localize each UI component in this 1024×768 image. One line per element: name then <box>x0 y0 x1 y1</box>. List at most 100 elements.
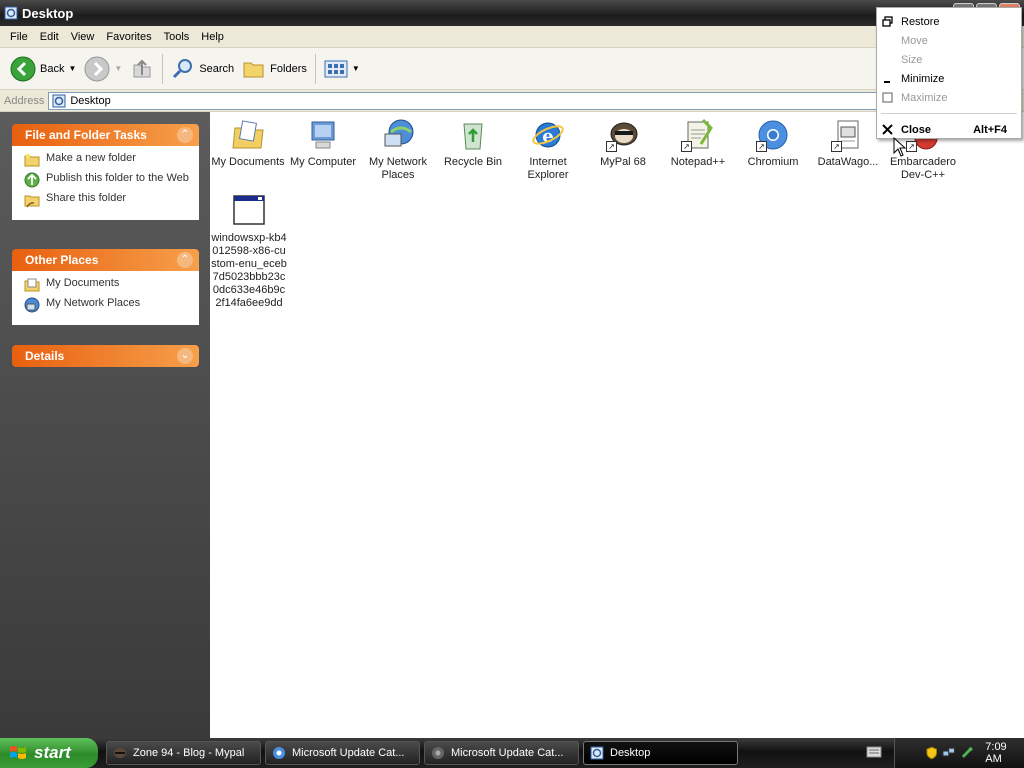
taskbar-item-microsoft-update-catalog-1[interactable]: Microsoft Update Cat... <box>265 741 420 765</box>
desktop-item-my-documents[interactable]: My Documents <box>210 118 286 169</box>
close-icon <box>882 124 893 135</box>
network-places-icon <box>24 297 40 313</box>
taskbar-item-mypal[interactable]: Zone 94 - Blog - Mypal <box>106 741 261 765</box>
recycle-bin-icon <box>463 123 483 150</box>
address-label: Address <box>4 94 45 107</box>
expand-chevron-icon[interactable]: ⌄ <box>177 348 193 364</box>
panel-title: Other Places <box>25 253 99 267</box>
network-icon[interactable] <box>942 746 956 760</box>
place-my-documents[interactable]: My Documents <box>24 277 189 293</box>
views-dropdown-icon[interactable]: ▼ <box>352 64 360 73</box>
task-share-folder[interactable]: Share this folder <box>24 192 189 208</box>
icon-label: Chromium <box>747 156 799 168</box>
taskbar-item-label: Microsoft Update Cat... <box>292 747 405 759</box>
collapse-chevron-icon[interactable]: ⌃ <box>177 127 193 143</box>
menu-item-label: Restore <box>901 15 940 28</box>
search-label: Search <box>199 62 235 75</box>
address-field[interactable]: Desktop <box>48 91 884 110</box>
details-header[interactable]: Details ⌄ <box>12 345 199 367</box>
forward-button[interactable]: ▼ <box>80 52 126 86</box>
menu-favorites[interactable]: Favorites <box>100 27 157 47</box>
taskbar-item-desktop[interactable]: Desktop <box>583 741 738 765</box>
menu-item-label: Move <box>901 34 928 47</box>
search-button[interactable]: Search <box>167 52 238 86</box>
safely-remove-hardware-icon[interactable] <box>960 746 973 760</box>
menu-tools[interactable]: Tools <box>158 27 196 47</box>
menu-item-label: Maximize <box>901 91 948 104</box>
shortcut-arrow-icon: ↗ <box>831 141 842 152</box>
my-computer-icon <box>311 121 335 149</box>
address-bar: Address Desktop <box>0 90 1024 112</box>
security-shield-icon[interactable] <box>925 746 938 760</box>
desktop-item-chromium[interactable]: ↗ Chromium <box>735 118 811 169</box>
icon-label: My Network Places <box>368 156 428 181</box>
place-my-network-places[interactable]: My Network Places <box>24 297 189 313</box>
views-icon <box>324 60 348 77</box>
start-button[interactable]: start <box>0 738 98 768</box>
windows-flag-icon <box>10 746 26 759</box>
forward-dropdown-icon[interactable]: ▼ <box>114 64 122 73</box>
clock[interactable]: 7:09 AM <box>985 741 1024 765</box>
desktop-item-my-network-places[interactable]: My Network Places <box>360 118 436 182</box>
taskbar-item-microsoft-update-catalog-2[interactable]: Microsoft Update Cat... <box>424 741 579 765</box>
menu-item-move[interactable]: Move <box>877 31 1021 50</box>
desktop-item-windowsxp-kb-file[interactable]: windowsxp-kb4012598-x86-custom-enu_eceb7… <box>210 194 288 310</box>
desktop-item-notepad-plus-plus[interactable]: ↗ Notepad++ <box>660 118 736 169</box>
menu-file[interactable]: File <box>4 27 34 47</box>
menu-help[interactable]: Help <box>195 27 230 47</box>
panel-title: Details <box>25 349 65 363</box>
mypal-icon <box>114 748 126 758</box>
file-folder-tasks-header[interactable]: File and Folder Tasks ⌃ <box>12 124 199 146</box>
task-pane: File and Folder Tasks ⌃ Make a new folde… <box>0 112 210 738</box>
executable-window-icon <box>233 195 265 225</box>
keyboard-icon[interactable] <box>866 746 882 758</box>
desktop-item-datawago[interactable]: ↗ DataWago... <box>810 118 886 169</box>
up-button[interactable] <box>126 52 158 86</box>
back-label: Back <box>40 62 65 75</box>
desktop-item-internet-explorer[interactable]: e Internet Explorer <box>510 118 586 182</box>
other-places-header[interactable]: Other Places ⌃ <box>12 249 199 271</box>
toolbar: Back ▼ ▼ Search Folders ▼ <box>0 48 1024 90</box>
task-label: Publish this folder to the Web <box>46 172 189 184</box>
file-view[interactable]: My Documents My Computer My Network Plac… <box>210 112 1024 738</box>
views-button[interactable]: ▼ <box>320 52 364 86</box>
back-button[interactable]: Back ▼ <box>6 52 80 86</box>
icon-label: Recycle Bin <box>443 156 503 168</box>
taskbar-item-label: Desktop <box>610 747 651 759</box>
toolbar-separator <box>314 53 316 84</box>
shortcut-arrow-icon: ↗ <box>681 141 692 152</box>
menu-item-size[interactable]: Size <box>877 50 1021 69</box>
file-folder-tasks-panel: File and Folder Tasks ⌃ Make a new folde… <box>12 124 199 220</box>
internet-explorer-icon: e <box>532 122 564 148</box>
desktop-item-mypal[interactable]: ↗ MyPal 68 <box>585 118 661 169</box>
panel-title: File and Folder Tasks <box>25 128 147 142</box>
share-folder-icon <box>24 195 40 208</box>
toolbar-separator <box>162 53 164 84</box>
desktop-item-my-computer[interactable]: My Computer <box>285 118 361 169</box>
browser-icon <box>432 747 444 759</box>
menu-item-minimize[interactable]: Minimize <box>877 69 1021 88</box>
window-title: Desktop <box>22 5 74 21</box>
menu-item-maximize[interactable]: Maximize <box>877 88 1021 107</box>
folders-button[interactable]: Folders <box>238 52 311 86</box>
icon-label: windowsxp-kb4012598-x86-custom-enu_eceb7… <box>211 232 287 309</box>
desktop-item-recycle-bin[interactable]: Recycle Bin <box>435 118 511 169</box>
task-label: Share this folder <box>46 192 127 204</box>
other-places-panel: Other Places ⌃ My Documents My Network P… <box>12 249 199 325</box>
title-bar[interactable]: Desktop <box>0 0 1024 26</box>
my-documents-icon <box>232 120 264 149</box>
desktop-icon <box>52 94 66 107</box>
task-publish-web[interactable]: Publish this folder to the Web <box>24 172 189 188</box>
chromium-icon <box>273 747 285 759</box>
icon-label: Internet Explorer <box>527 156 569 181</box>
shortcut-arrow-icon: ↗ <box>906 141 917 152</box>
menu-item-restore[interactable]: Restore <box>877 12 1021 31</box>
menu-edit[interactable]: Edit <box>34 27 65 47</box>
menu-view[interactable]: View <box>65 27 101 47</box>
collapse-chevron-icon[interactable]: ⌃ <box>177 252 193 268</box>
task-make-new-folder[interactable]: Make a new folder <box>24 152 189 168</box>
taskbar-item-label: Microsoft Update Cat... <box>451 747 564 759</box>
back-dropdown-icon[interactable]: ▼ <box>68 64 76 73</box>
icon-label: Notepad++ <box>670 156 726 168</box>
icon-label: My Documents <box>211 156 285 168</box>
